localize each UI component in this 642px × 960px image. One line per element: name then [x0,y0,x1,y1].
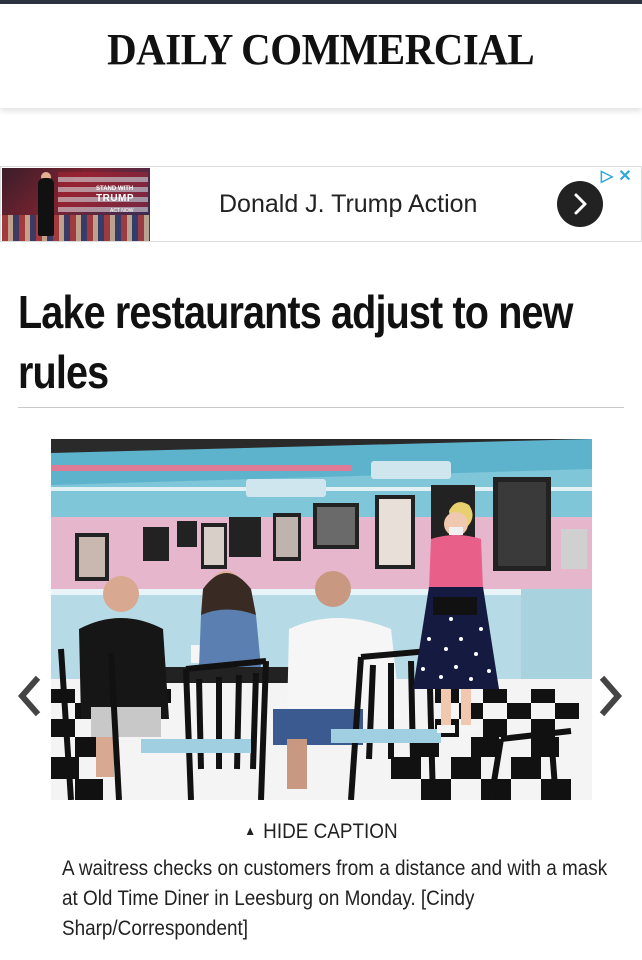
hide-caption-label: HIDE CAPTION [263,820,398,843]
flag-graphic [58,172,148,212]
close-icon[interactable]: ✕ [616,168,634,186]
sign [371,461,451,479]
next-photo-button[interactable] [596,675,626,717]
ad-thumbnail[interactable]: STAND WITH TRUMP ACT NOW [2,168,150,241]
crowd-graphic [2,215,150,241]
divider [18,407,624,408]
hide-caption-button[interactable]: ▲ HIDE CAPTION [32,820,610,844]
person-graphic [38,178,54,236]
chevron-right-icon [599,675,622,717]
ad-banner[interactable]: STAND WITH TRUMP ACT NOW Donald J. Trump… [0,166,642,242]
ad-go-button[interactable] [557,181,603,227]
ad-title[interactable]: Donald J. Trump Action [219,190,477,219]
chevron-right-icon [574,193,587,215]
ad-thumb-stand-text: STAND WITH [96,186,134,192]
ad-thumb-cta-text: ACT NOW [110,208,134,214]
prev-photo-button[interactable] [14,675,44,717]
caret-up-icon: ▲ [244,823,256,838]
ad-thumb-name-text: TRUMP [96,193,135,204]
chevron-left-icon [18,675,41,717]
site-logo[interactable]: DAILY COMMERCIAL [107,24,535,75]
article-headline: Lake restaurants adjust to new rules [18,282,620,402]
photo-caption: A waitress checks on customers from a di… [62,857,608,940]
article-photo[interactable] [51,439,592,800]
sign [246,479,326,497]
diner-photo-illustration [51,439,592,800]
ad-choices[interactable]: ▷ ✕ [598,168,638,186]
masthead: DAILY COMMERCIAL [0,4,642,108]
headline-text: Lake restaurants adjust to new rules [18,286,573,398]
